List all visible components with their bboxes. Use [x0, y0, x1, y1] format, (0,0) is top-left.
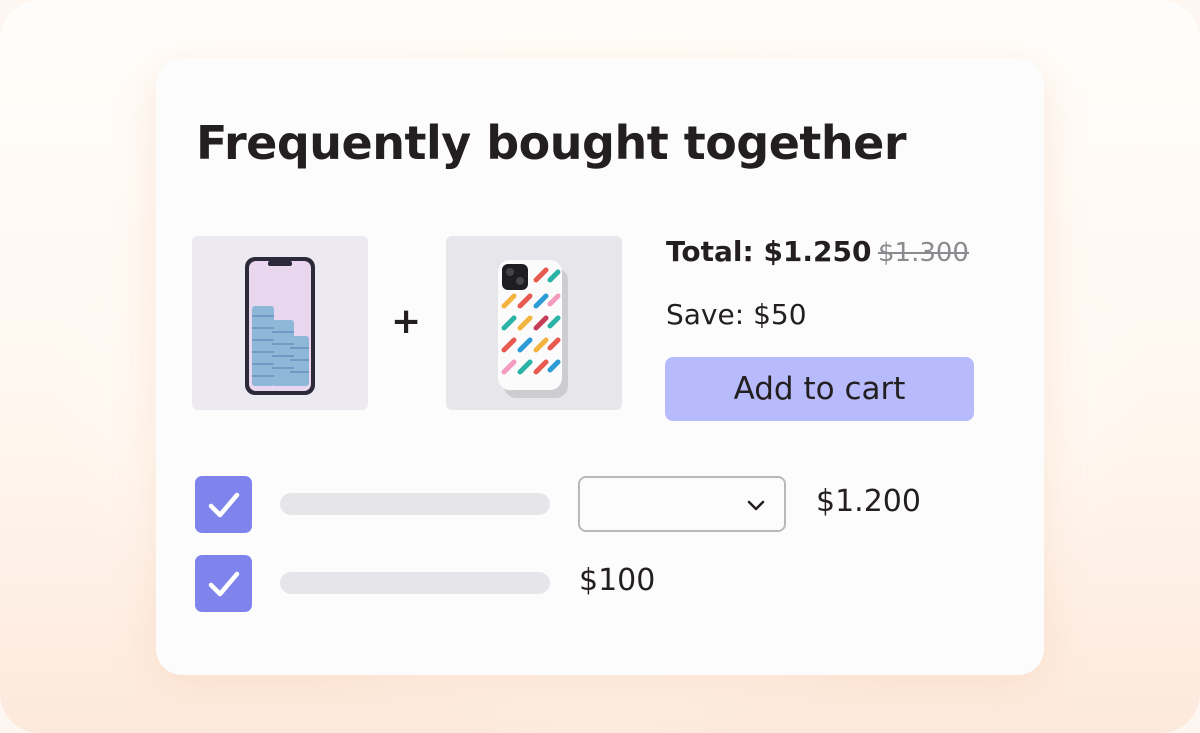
- total-price: Total: $1.250: [666, 235, 872, 268]
- widget-title: Frequently bought together: [196, 116, 907, 170]
- check-icon: [208, 492, 239, 517]
- chevron-down-icon: [747, 500, 765, 511]
- product-name-placeholder: [280, 493, 550, 515]
- product-price: $100: [579, 563, 656, 598]
- plus-sign: +: [391, 301, 422, 342]
- variant-select[interactable]: [578, 476, 786, 532]
- product-checkbox[interactable]: [195, 555, 252, 612]
- smartphone-image-icon[interactable]: [192, 236, 368, 410]
- savings-label: Save: $50: [666, 298, 807, 331]
- original-price: $1.300: [878, 238, 969, 268]
- frequently-bought-together-card: Frequently bought together + Total: $1.2…: [156, 58, 1044, 675]
- phone-case-image-icon[interactable]: [446, 236, 622, 410]
- product-price: $1.200: [816, 484, 921, 519]
- check-icon: [208, 571, 239, 596]
- product-checkbox[interactable]: [195, 476, 252, 533]
- product-name-placeholder: [280, 572, 550, 594]
- add-to-cart-button[interactable]: Add to cart: [665, 357, 974, 421]
